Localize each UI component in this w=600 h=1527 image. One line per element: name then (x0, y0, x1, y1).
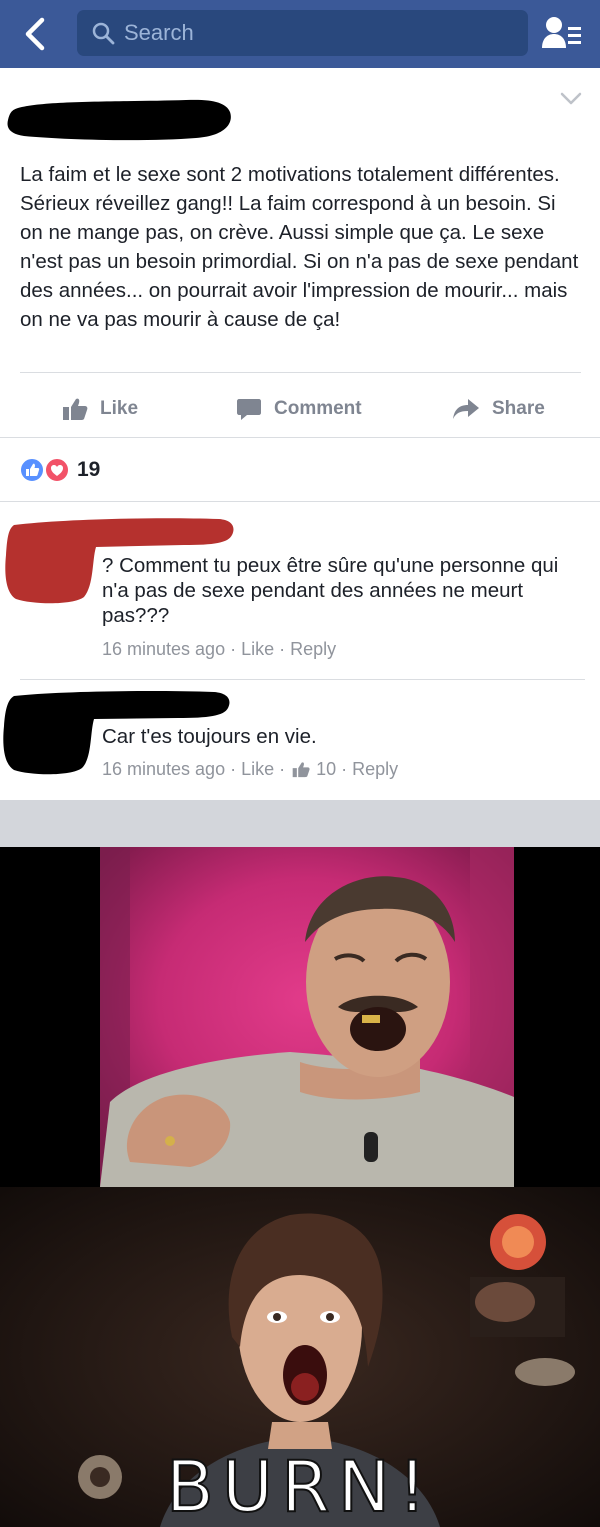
love-reaction-icon (44, 457, 70, 483)
laughing-man-image (0, 847, 600, 1187)
friend-requests-button[interactable] (540, 14, 584, 54)
like-reaction-icon (19, 457, 45, 483)
share-arrow-icon (453, 399, 479, 419)
comment-item: Car t'es toujours en vie. 16 minutes ago… (0, 680, 600, 800)
thumbs-up-icon (292, 762, 310, 778)
reaction-count: 19 (77, 458, 101, 481)
separator-dot: · (279, 759, 286, 779)
comment-like-link[interactable]: Like (241, 759, 274, 780)
section-gap (0, 800, 600, 847)
back-button[interactable] (16, 14, 56, 54)
share-button[interactable]: Share (452, 381, 545, 437)
comment-like-link[interactable]: Like (241, 639, 274, 660)
separator-dot: · (230, 639, 237, 659)
search-placeholder: Search (124, 20, 194, 45)
share-label: Share (492, 398, 545, 419)
chevron-down-icon[interactable] (560, 92, 582, 106)
separator-dot: · (230, 759, 237, 779)
comment-text: ? Comment tu peux être sûre qu'une perso… (102, 554, 559, 627)
redacted-author-name (7, 99, 231, 141)
comment-button[interactable]: Comment (236, 381, 362, 437)
comment-likes-count: 10 (316, 759, 337, 779)
comment-meta: 16 minutes ago · Like · 10 · Reply (102, 759, 398, 780)
comment-timestamp: 16 minutes ago (102, 759, 226, 779)
comment-label: Comment (274, 398, 362, 419)
chevron-left-icon (25, 17, 45, 51)
comment-reply-link[interactable]: Reply (290, 639, 336, 660)
search-icon (92, 22, 115, 45)
search-input[interactable]: Search (77, 10, 528, 56)
post-actions: Like Comment Share (0, 381, 600, 437)
comment-icon (237, 399, 261, 420)
top-nav-bar: Search (0, 0, 600, 68)
comment-meta: 16 minutes ago · Like · Reply (102, 639, 336, 660)
like-label: Like (100, 398, 139, 419)
separator-dot: · (341, 759, 348, 779)
burn-caption: BURN! (165, 1446, 435, 1527)
thumbs-up-icon (63, 398, 88, 420)
comment-reply-link[interactable]: Reply (352, 759, 398, 780)
friend-requests-icon (542, 17, 581, 48)
separator-dot: · (279, 639, 286, 659)
divider (20, 372, 581, 373)
reactions-bar[interactable]: 19 (0, 437, 600, 502)
laughing-man-illustration (0, 847, 600, 1187)
comment-timestamp: 16 minutes ago (102, 639, 226, 659)
post-text: La faim et le sexe sont 2 motivations to… (20, 163, 579, 331)
comment-item: ? Comment tu peux être sûre qu'une perso… (0, 503, 600, 680)
like-button[interactable]: Like (62, 381, 138, 437)
comment-text: Car t'es toujours en vie. (102, 725, 317, 748)
